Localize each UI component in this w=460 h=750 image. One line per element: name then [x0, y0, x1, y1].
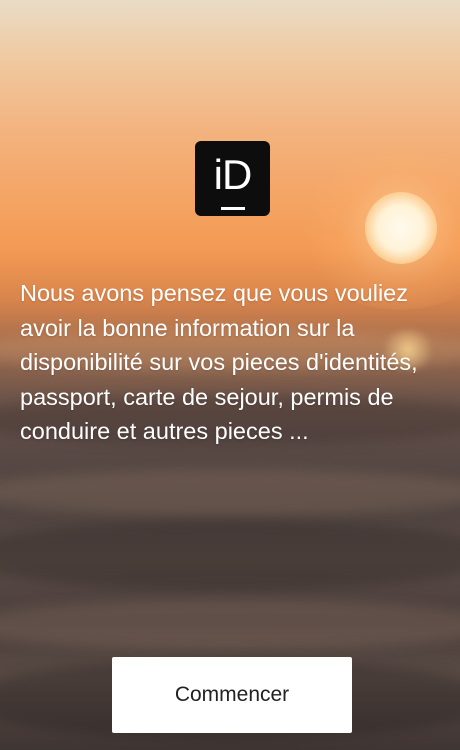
welcome-screen: iD Nous avons pensez que vous vouliez av… — [0, 0, 460, 750]
logo-text: iD — [213, 151, 253, 198]
wave — [0, 470, 460, 515]
wave — [0, 600, 460, 650]
sun-image — [365, 192, 437, 264]
id-logo-icon: iD — [195, 141, 270, 216]
intro-text: Nous avons pensez que vous vouliez avoir… — [20, 280, 418, 444]
logo-underline — [221, 207, 245, 210]
wave — [0, 520, 460, 590]
start-button[interactable]: Commencer — [112, 657, 352, 733]
